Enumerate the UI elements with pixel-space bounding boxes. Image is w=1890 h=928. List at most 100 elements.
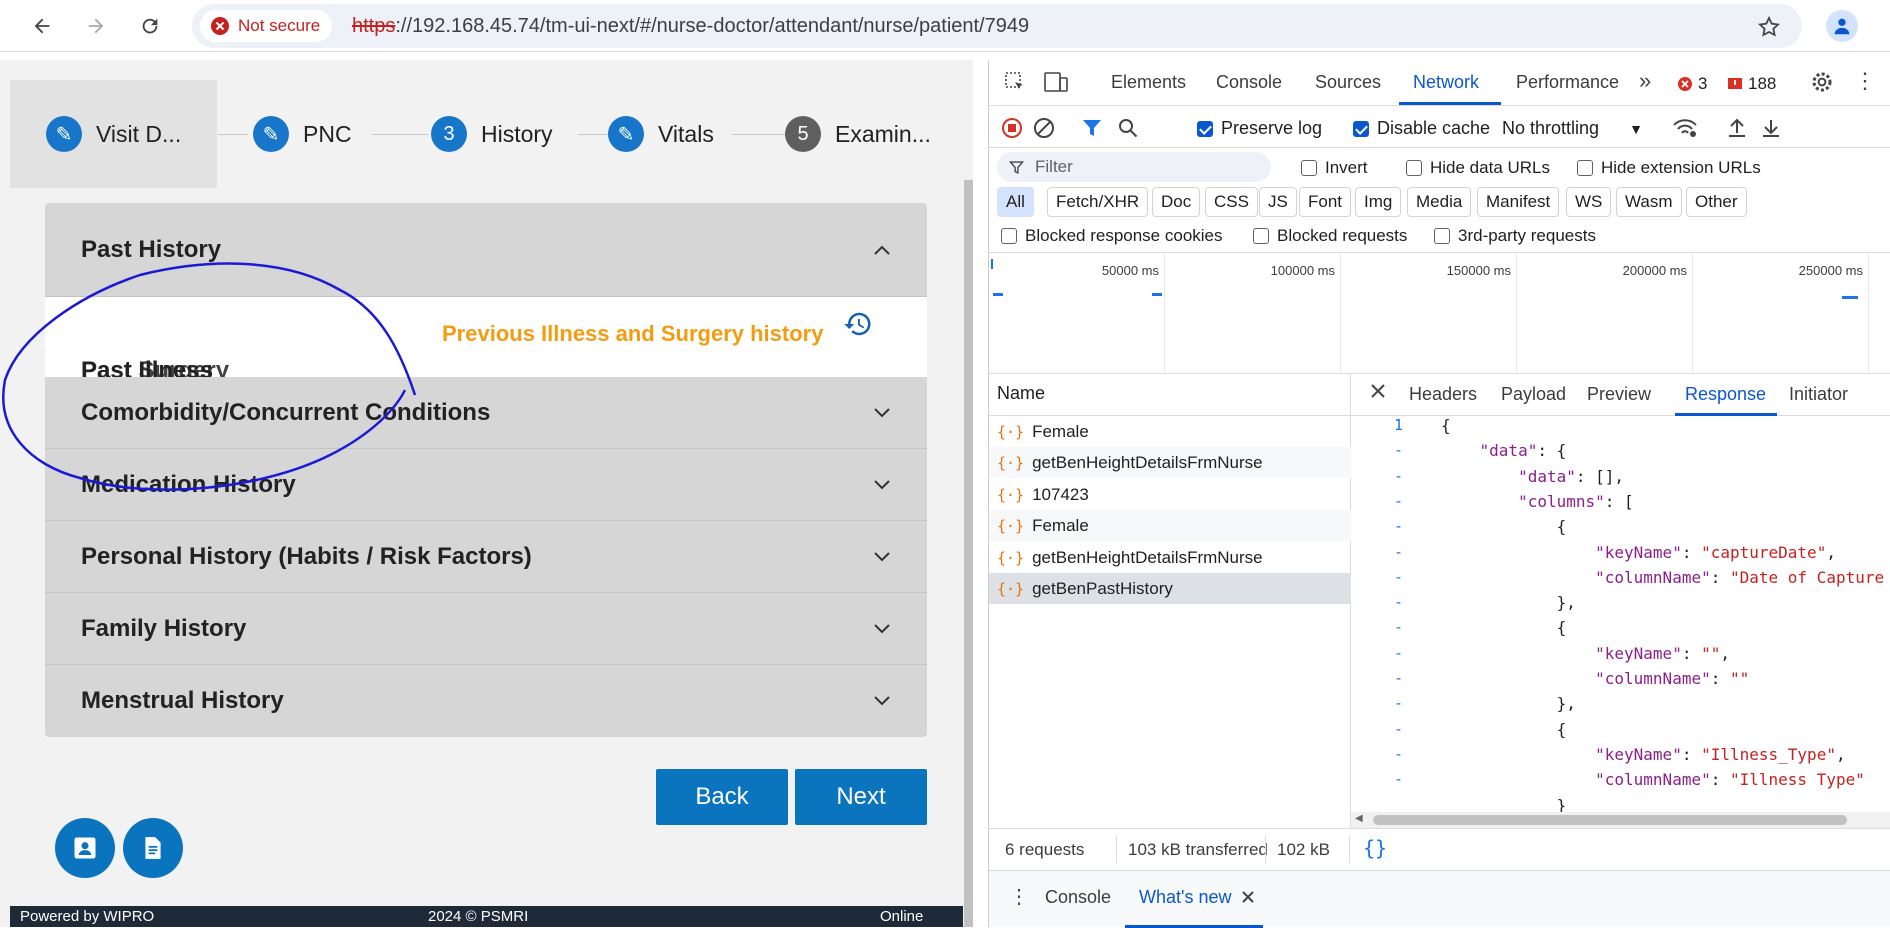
chip-doc[interactable]: Doc	[1152, 187, 1201, 217]
page-scrollbar[interactable]	[964, 60, 973, 927]
checkbox-checked[interactable]	[1197, 120, 1213, 137]
checkbox-checked[interactable]	[1353, 120, 1369, 137]
record-stop-icon[interactable]	[1001, 117, 1023, 144]
forward-arrow-icon[interactable]	[78, 8, 114, 44]
more-options-icon[interactable]: ⋮	[1854, 70, 1876, 92]
history-clock-icon[interactable]	[843, 309, 873, 344]
filter-funnel-icon[interactable]	[1081, 117, 1103, 144]
request-row-selected[interactable]: {·} getBenPastHistory	[989, 573, 1351, 604]
chip-css[interactable]: CSS	[1205, 187, 1258, 217]
tab-initiator[interactable]: Initiator	[1789, 384, 1848, 405]
bookmark-star-icon[interactable]	[1757, 15, 1781, 44]
chip-ws[interactable]: WS	[1566, 187, 1612, 217]
warning-circle-icon	[211, 17, 229, 35]
pretty-print-braces-icon[interactable]: {}	[1363, 836, 1387, 860]
network-timeline[interactable]: 50000 ms 100000 ms 150000 ms 200000 ms 2…	[989, 252, 1890, 374]
scrollbar-thumb[interactable]	[964, 180, 973, 927]
code-line: }	[1351, 796, 1890, 813]
request-row[interactable]: {·} 107423	[989, 479, 1351, 510]
step-pnc[interactable]: ✎ PNC	[253, 80, 352, 188]
drawer-menu-icon[interactable]: ⋮	[1009, 884, 1029, 909]
request-row[interactable]: {·} Female	[989, 416, 1351, 447]
request-row[interactable]: {·} Female	[989, 510, 1351, 541]
drawer-tab-whats-new[interactable]: What's new	[1139, 887, 1231, 908]
request-row[interactable]: {·} getBenHeightDetailsFrmNurse	[989, 542, 1351, 573]
response-code[interactable]: 1{- "data": {- "data": [], - "columns": […	[1351, 416, 1890, 812]
security-chip[interactable]: Not secure	[200, 10, 333, 42]
tab-elements[interactable]: Elements	[1111, 72, 1186, 93]
address-bar[interactable]: Not secure https://192.168.45.74/tm-ui-n…	[192, 4, 1802, 48]
invert-checkbox[interactable]: Invert	[1301, 158, 1368, 178]
tab-headers[interactable]: Headers	[1409, 384, 1477, 405]
clear-icon[interactable]	[1033, 117, 1055, 144]
timeline-label: 100000 ms	[1270, 263, 1335, 278]
tab-payload[interactable]: Payload	[1501, 384, 1566, 405]
tab-sources[interactable]: Sources	[1315, 72, 1381, 93]
inspect-element-icon[interactable]	[1003, 70, 1027, 99]
disable-cache-checkbox[interactable]: Disable cache	[1353, 118, 1490, 139]
tab-console[interactable]: Console	[1216, 72, 1282, 93]
download-icon[interactable]	[1761, 117, 1781, 144]
chip-fetch-xhr[interactable]: Fetch/XHR	[1047, 187, 1149, 217]
drawer-tab-console[interactable]: Console	[1045, 887, 1111, 908]
code-line: - "data": [],	[1351, 467, 1890, 492]
blocked-requests-checkbox[interactable]: Blocked requests	[1253, 226, 1407, 246]
close-icon[interactable]	[1241, 888, 1255, 909]
third-party-checkbox[interactable]: 3rd-party requests	[1434, 226, 1596, 246]
tab-response[interactable]: Response	[1685, 384, 1766, 405]
step-examination[interactable]: 5 Examin...	[785, 80, 931, 188]
filter-funnel-icon	[1009, 161, 1024, 175]
personal-history-header[interactable]: Personal History (Habits / Risk Factors)	[45, 521, 927, 593]
chip-other[interactable]: Other	[1686, 187, 1747, 217]
chip-js[interactable]: JS	[1259, 187, 1297, 217]
tab-performance[interactable]: Performance	[1516, 72, 1619, 93]
settings-gear-icon[interactable]	[1810, 70, 1834, 99]
preserve-log-checkbox[interactable]: Preserve log	[1197, 118, 1322, 139]
menstrual-history-header[interactable]: Menstrual History	[45, 665, 927, 737]
step-history[interactable]: 3 History	[431, 80, 553, 188]
scroll-left-icon[interactable]: ◀	[1355, 813, 1363, 824]
document-button[interactable]	[123, 818, 183, 878]
line-number: -	[1393, 719, 1403, 738]
horizontal-scrollbar[interactable]: ◀	[1351, 812, 1890, 828]
reload-icon[interactable]	[132, 8, 168, 44]
next-button[interactable]: Next	[795, 769, 927, 825]
back-button[interactable]: Back	[656, 769, 788, 825]
blocked-cookies-checkbox[interactable]: Blocked response cookies	[1001, 226, 1223, 246]
profile-avatar-icon[interactable]	[1826, 10, 1858, 42]
search-icon[interactable]	[1117, 117, 1139, 144]
line-number: -	[1393, 643, 1403, 662]
xhr-icon: {·}	[997, 485, 1025, 504]
code-text: {	[1441, 416, 1451, 435]
patient-profile-button[interactable]	[55, 818, 115, 878]
hide-extension-urls-checkbox[interactable]: Hide extension URLs	[1577, 158, 1761, 178]
error-counter[interactable]: 3	[1677, 74, 1707, 94]
step-vitals[interactable]: ✎ Vitals	[608, 80, 714, 188]
chip-wasm[interactable]: Wasm	[1616, 187, 1682, 217]
upload-icon[interactable]	[1727, 117, 1747, 144]
chip-img[interactable]: Img	[1355, 187, 1402, 217]
chip-all[interactable]: All	[997, 187, 1034, 217]
more-tabs-icon[interactable]: »	[1639, 68, 1651, 94]
chip-media[interactable]: Media	[1407, 187, 1472, 217]
throttling-select[interactable]: No throttling ▼	[1502, 118, 1643, 139]
close-icon[interactable]	[1369, 382, 1387, 405]
device-toolbar-icon[interactable]	[1043, 70, 1069, 99]
filter-input[interactable]: Filter	[997, 152, 1271, 182]
name-column-header[interactable]: Name	[989, 374, 1351, 416]
code-text: {	[1441, 719, 1567, 739]
chip-manifest[interactable]: Manifest	[1477, 187, 1560, 217]
tab-preview[interactable]: Preview	[1587, 384, 1651, 405]
request-row[interactable]: {·} getBenHeightDetailsFrmNurse	[989, 447, 1351, 478]
back-arrow-icon[interactable]	[24, 8, 60, 44]
step-visit-details[interactable]: ✎ Visit D...	[46, 80, 181, 188]
hide-data-urls-checkbox[interactable]: Hide data URLs	[1406, 158, 1550, 178]
tab-network[interactable]: Network	[1413, 72, 1479, 93]
code-line: - "columnName": "Illness Type"	[1351, 770, 1890, 795]
family-history-header[interactable]: Family History	[45, 593, 927, 665]
network-conditions-wifi-icon[interactable]	[1672, 117, 1698, 144]
previous-history-link[interactable]: Previous Illness and Surgery history	[442, 321, 823, 347]
chip-font[interactable]: Font	[1299, 187, 1352, 217]
scrollbar-thumb[interactable]	[1373, 815, 1847, 825]
issue-counter[interactable]: 188	[1727, 74, 1776, 94]
